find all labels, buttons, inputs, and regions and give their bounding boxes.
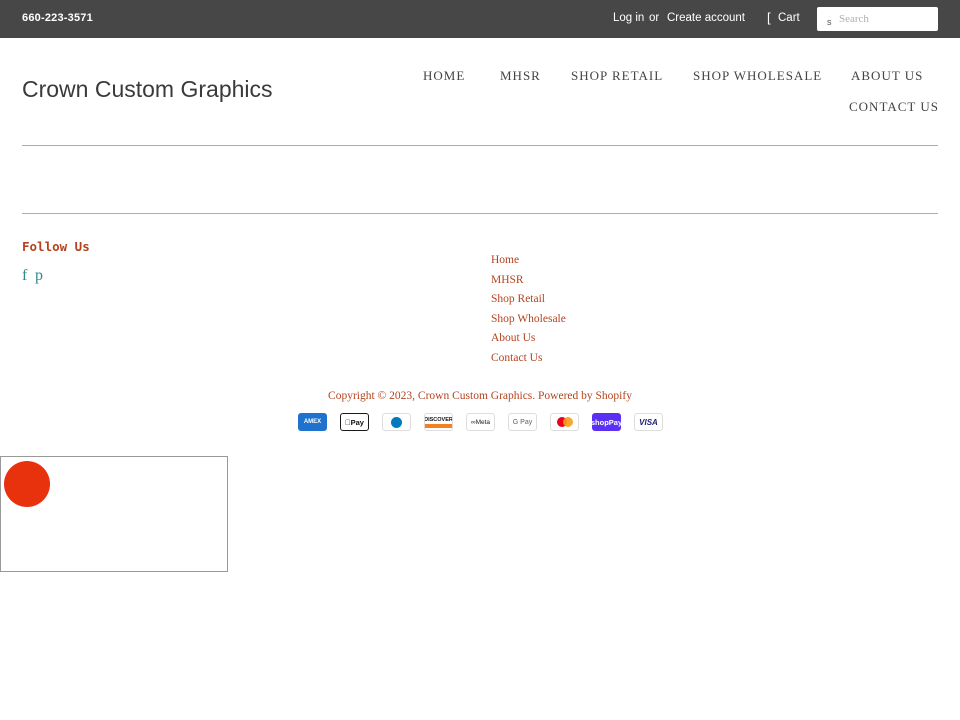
footer-link-item: Shop Wholesale — [491, 309, 566, 329]
header-divider — [22, 145, 938, 146]
search-input[interactable] — [839, 10, 933, 28]
footer-link-item: Shop Retail — [491, 289, 566, 309]
apple-pay-label: Pay — [347, 417, 364, 427]
powered-by-shopify-link[interactable]: Powered by Shopify — [538, 390, 632, 402]
meta-pay-label: Meta — [475, 418, 491, 426]
widget-launcher-circle[interactable] — [4, 461, 50, 507]
footer-link-home[interactable]: Home — [491, 254, 519, 266]
pinterest-icon[interactable]: p — [35, 267, 43, 285]
nav-home[interactable]: HOME — [423, 68, 465, 84]
diners-club-mark — [391, 416, 402, 428]
create-account-wrap: Create account — [667, 12, 745, 24]
shop-pay-icon: shop Pay — [592, 413, 621, 431]
site-logo[interactable]: Crown Custom Graphics — [22, 76, 273, 103]
meta-pay-icon: ∞ Meta — [466, 413, 495, 431]
phone-number: 660-223-3571 — [22, 12, 93, 24]
search-icon[interactable]: s — [827, 17, 832, 27]
nav-mhsr[interactable]: MHSR — [500, 68, 541, 84]
nav-shop-retail[interactable]: SHOP RETAIL — [571, 68, 663, 84]
cart-link-wrap: Cart — [778, 12, 800, 24]
footer-link-about-us[interactable]: About Us — [491, 332, 535, 344]
nav-contact-us[interactable]: CONTACT US — [849, 99, 939, 115]
apple-pay-icon: Pay — [340, 413, 369, 431]
footer-link-item: About Us — [491, 328, 566, 348]
amex-icon: AMEX — [298, 413, 327, 431]
discover-icon: DISCOVER — [424, 413, 453, 431]
create-account-link[interactable]: Create account — [667, 12, 745, 24]
login-link-wrap: Log in — [613, 12, 644, 24]
shop-pay-label: Pay — [608, 417, 621, 427]
payment-icons: AMEX Pay DISCOVER ∞Meta G Pay shopPay V… — [298, 413, 663, 431]
cart-icon[interactable]: [ — [767, 10, 771, 25]
follow-us-heading: Follow Us — [22, 239, 90, 254]
visa-icon: VISA — [634, 413, 663, 431]
discover-bar — [425, 423, 452, 428]
footer-links: Home MHSR Shop Retail Shop Wholesale Abo… — [491, 250, 566, 367]
google-pay-icon: G Pay — [508, 413, 537, 431]
footer-link-shop-wholesale[interactable]: Shop Wholesale — [491, 313, 566, 325]
footer-link-item: MHSR — [491, 270, 566, 290]
discover-label: DISCOVER — [424, 416, 453, 423]
top-bar: 660-223-3571 Log in or Create account [ … — [0, 0, 960, 38]
footer-link-item: Contact Us — [491, 348, 566, 368]
embedded-widget-frame — [0, 456, 228, 572]
footer-link-mhsr[interactable]: MHSR — [491, 274, 524, 286]
or-text: or — [649, 12, 660, 24]
copyright-prefix: Copyright © 2023, — [328, 390, 418, 402]
footer-link-item: Home — [491, 250, 566, 270]
cart-link[interactable]: Cart — [778, 12, 800, 24]
nav-about-us[interactable]: ABOUT US — [851, 68, 923, 84]
footer-link-contact-us[interactable]: Contact Us — [491, 352, 542, 364]
mastercard-orange-circle — [562, 417, 573, 427]
copyright-store-link[interactable]: Crown Custom Graphics — [418, 390, 532, 402]
mastercard-icon — [550, 413, 579, 431]
footer-divider — [22, 213, 938, 214]
copyright-line: Copyright © 2023, Crown Custom Graphics.… — [0, 390, 960, 402]
diners-club-icon — [382, 413, 411, 431]
facebook-icon[interactable]: f — [22, 267, 27, 285]
login-link[interactable]: Log in — [613, 12, 644, 24]
footer-link-shop-retail[interactable]: Shop Retail — [491, 293, 545, 305]
nav-shop-wholesale[interactable]: SHOP WHOLESALE — [693, 68, 822, 84]
search-box: s — [817, 7, 938, 31]
